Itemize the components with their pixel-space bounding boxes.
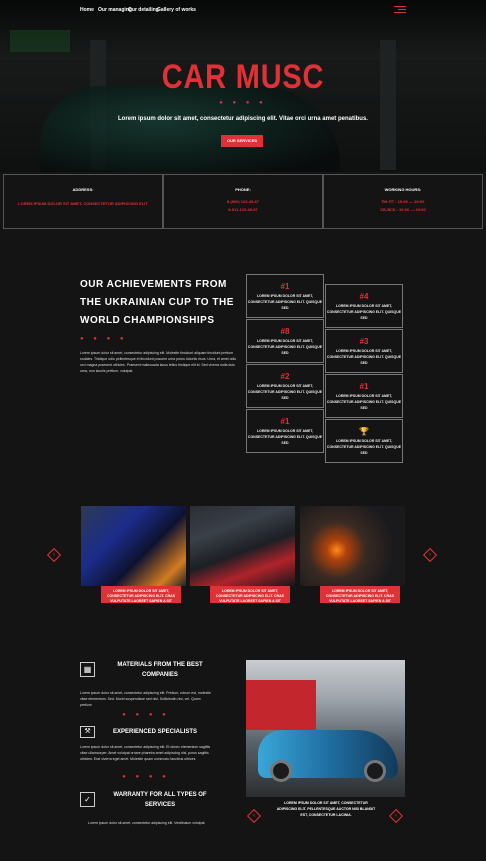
slider-next-button[interactable]: › — [422, 547, 438, 563]
gallery-slide[interactable]: LOREM IPSUM DOLOR SIT AMET, CONSECTETUR … — [81, 506, 186, 603]
achievements-title: OUR ACHIEVEMENTS FROM THE UKRAINIAN CUP … — [80, 279, 234, 326]
achievement-card: #2 LOREM IPSUM DOLOR SIT AMET, CONSECTET… — [246, 364, 324, 408]
info-heading: PHONE: — [235, 187, 251, 192]
wheel-shape — [270, 760, 292, 782]
feature-car-image — [246, 660, 405, 797]
info-heading: WORKING HOURS: — [384, 187, 422, 192]
feature-dots: ● ● ● ● — [122, 774, 170, 780]
feature-title: EXPERIENCED SPECIALISTS — [112, 729, 198, 735]
services-button[interactable]: OUR SERVICES — [221, 135, 263, 147]
chevron-left-icon: ‹ — [253, 813, 255, 819]
trophy-icon: 🏆 — [359, 427, 369, 436]
info-address: ADDRESS: LOREM IPSUM DOLOR SIT AMET, CON… — [3, 174, 163, 229]
achievement-card: #1 LOREM IPSUM DOLOR SIT AMET, CONSECTET… — [246, 274, 324, 318]
nav-managing[interactable]: Our managing — [98, 7, 132, 13]
hero-title: CAR MUSC — [161, 58, 325, 96]
slide-caption: LOREM IPSUM DOLOR SIT AMET, CONSECTETUR … — [210, 586, 290, 603]
feature-dots: ● ● ● ● — [122, 712, 170, 718]
menu-icon[interactable] — [394, 6, 406, 14]
info-phone: PHONE: 8 (800) 123-45-67 8-911-123-45-67 — [163, 174, 323, 229]
feature-image-caption: LOREM IPSUM DOLOR SIT AMET, CONSECTETUR … — [276, 801, 376, 817]
wheel-shape — [364, 760, 386, 782]
feature-text: Lorem ipsum dolor sit amet, consectetur … — [80, 691, 211, 707]
info-value: LOREM IPSUM DOLOR SIT AMET, CONSECTETUR … — [18, 201, 148, 206]
achievement-card: #1 LOREM IPSUM DOLOR SIT AMET, CONSECTET… — [246, 409, 324, 453]
slide-caption: LOREM IPSUM DOLOR SIT AMET, CONSECTETUR … — [320, 586, 400, 603]
achievement-card: 🏆 LOREM IPSUM DOLOR SIT AMET, CONSECTETU… — [325, 419, 403, 463]
truck-shape — [246, 680, 316, 730]
nav-detailing[interactable]: Our detailing — [128, 7, 159, 13]
nav-gallery[interactable]: Gallery of works — [157, 7, 196, 13]
feature-next-button[interactable]: › — [388, 808, 404, 824]
phone-1[interactable]: 8 (800) 123-45-67 — [164, 198, 322, 206]
nav-home[interactable]: Home — [80, 7, 94, 13]
achievements-dots: ● ● ● ● — [80, 336, 128, 342]
achievements-text: Lorem ipsum dolor sit amet, consectetur … — [80, 351, 237, 373]
chevron-left-icon: ‹ — [53, 552, 55, 558]
specialist-icon: ⚒ — [80, 726, 95, 738]
achievement-card: #4 LOREM IPSUM DOLOR SIT AMET, CONSECTET… — [325, 284, 403, 328]
feature-text: Lorem ipsum dolor sit amet, consectetur … — [80, 745, 211, 761]
feature-prev-button[interactable]: ‹ — [246, 808, 262, 824]
slider-prev-button[interactable]: ‹ — [46, 547, 62, 563]
gallery-image — [81, 506, 186, 586]
phone-2[interactable]: 8-911-123-45-67 — [164, 206, 322, 214]
warranty-icon: ✓ — [80, 792, 95, 807]
feature-title: WARRANTY FOR ALL TYPES OF SERVICES — [113, 792, 207, 808]
gallery-image — [300, 506, 405, 586]
chevron-right-icon: › — [395, 813, 397, 819]
chevron-right-icon: › — [429, 552, 431, 558]
gallery-slide[interactable]: LOREM IPSUM DOLOR SIT AMET, CONSECTETUR … — [300, 506, 405, 603]
gallery-image — [190, 506, 295, 586]
info-heading: ADDRESS: — [72, 187, 94, 192]
feature-text: Lorem ipsum dolor sit amet, consectetur … — [88, 821, 206, 825]
slide-caption: LOREM IPSUM DOLOR SIT AMET, CONSECTETUR … — [101, 586, 181, 603]
gallery-slide[interactable]: LOREM IPSUM DOLOR SIT AMET, CONSECTETUR … — [190, 506, 295, 603]
achievement-card: #8 LOREM IPSUM DOLOR SIT AMET, CONSECTET… — [246, 319, 324, 363]
achievement-card: #1 LOREM IPSUM DOLOR SIT AMET, CONSECTET… — [325, 374, 403, 418]
info-hours: WORKING HOURS: ПН-ПТ : 10:00 — 20:00 СБ-… — [323, 174, 483, 229]
hours-weekend: СБ-ВСК : 10:00 — 20:00 — [380, 207, 426, 212]
hero-subtitle: Lorem ipsum dolor sit amet, consectetur … — [118, 116, 368, 122]
hero-dots: ● ● ● ● — [219, 100, 267, 106]
hours-weekday: ПН-ПТ : 10:00 — 20:00 — [381, 199, 425, 204]
achievement-card: #3 LOREM IPSUM DOLOR SIT AMET, CONSECTET… — [325, 329, 403, 373]
feature-title: MATERIALS FROM THE BEST COMPANIES — [117, 662, 203, 678]
materials-icon: ▦ — [80, 662, 95, 677]
